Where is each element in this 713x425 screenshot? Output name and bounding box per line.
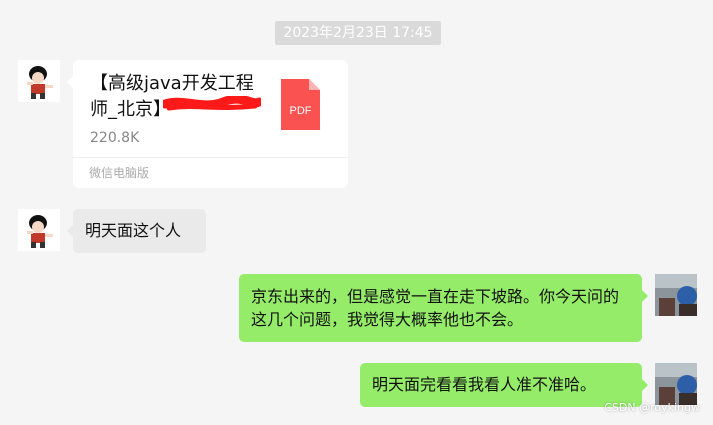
photo-avatar-icon	[655, 363, 697, 405]
pdf-label: PDF	[290, 105, 312, 117]
cartoon-avatar-icon	[18, 209, 60, 251]
self-avatar[interactable]	[655, 363, 697, 405]
self-avatar[interactable]	[655, 274, 697, 316]
message-bubble-received[interactable]: 明天面这个人	[67, 209, 206, 253]
watermark: CSDN @roykingw	[604, 401, 700, 414]
contact-avatar[interactable]	[18, 209, 60, 251]
message-bubble-sent[interactable]: 京东出来的，但是感觉一直在走下坡路。你今天问的这几个问题，我觉得大概率他也不会。	[239, 274, 648, 342]
message-bubble-sent[interactable]: 明天面完看看我看人准不准哈。	[360, 363, 648, 407]
file-size: 220.8K	[90, 130, 140, 146]
contact-avatar[interactable]	[18, 60, 60, 102]
file-source-label: 微信电脑版	[73, 157, 348, 188]
message-timestamp: 2023年2月23日 17:45	[275, 21, 441, 45]
pdf-file-icon: PDF	[281, 79, 320, 130]
file-message-card[interactable]: 【高级java开发工程师_北京】 220.8K PDF 微信电脑版	[67, 60, 348, 188]
photo-avatar-icon	[655, 274, 697, 316]
cartoon-avatar-icon	[18, 60, 60, 102]
redaction-scribble	[163, 96, 261, 111]
